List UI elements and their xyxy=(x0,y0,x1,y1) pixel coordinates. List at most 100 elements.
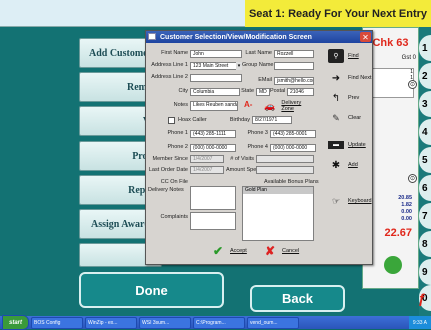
key-7[interactable]: 7 xyxy=(419,203,431,229)
notes-field[interactable]: Likes Reuben sandwiches xyxy=(190,101,238,111)
find-next-label: Find Next xyxy=(348,75,372,81)
last-order-label: Last Order Date xyxy=(148,167,188,173)
phone2-label: Phone 2 xyxy=(167,144,189,150)
group-name-label: Group Name xyxy=(242,62,274,68)
update-icon: ▬ xyxy=(328,141,344,149)
check-icon: ✔ xyxy=(212,244,224,258)
address1-label: Address Line 1 xyxy=(151,62,188,68)
prev-button[interactable]: ↰ Prev xyxy=(328,89,372,107)
group-name-field[interactable] xyxy=(274,62,314,70)
last-name-label: Last Name xyxy=(245,50,272,56)
phone1-label: Phone 1 xyxy=(167,130,189,136)
state-field[interactable]: MD xyxy=(256,88,270,96)
complaints-field[interactable] xyxy=(190,212,236,230)
city-field[interactable]: Columbia xyxy=(190,88,240,96)
clear-button[interactable]: ✎ Clear xyxy=(328,109,372,127)
notes-label: Notes xyxy=(173,102,188,108)
scroll-down-icon[interactable]: ⊙ xyxy=(408,174,417,183)
address2-label: Address Line 2 xyxy=(151,74,188,80)
clear-label: Clear xyxy=(348,115,362,121)
amount-spent-label: Amount Spent xyxy=(226,167,261,173)
hoax-caller-checkbox[interactable] xyxy=(168,117,175,124)
system-tray: 9:33 A xyxy=(408,316,431,329)
address2-field[interactable] xyxy=(190,74,242,82)
first-name-field[interactable]: John xyxy=(190,50,242,58)
hoax-caller-label: Hoax Caller xyxy=(178,117,207,123)
accept-button[interactable]: ✔ Accept xyxy=(210,243,250,259)
key-4[interactable]: 4 xyxy=(419,119,431,145)
accept-label: Accept xyxy=(230,248,247,254)
x-icon: ✘ xyxy=(264,244,276,258)
done-button[interactable]: Done xyxy=(79,272,224,308)
key-8[interactable]: 8 xyxy=(419,231,431,257)
email-label: EMail xyxy=(258,77,272,83)
phone4-field[interactable]: (000) 000-0000 xyxy=(270,144,316,152)
hand-icon: ☞ xyxy=(331,195,341,206)
taskbar-item[interactable]: vend_oum... xyxy=(247,316,300,329)
visits-label: # of Visits xyxy=(230,156,254,162)
arrow-left-icon: ↰ xyxy=(331,92,341,104)
key-6[interactable]: 6 xyxy=(419,175,431,201)
find-next-button[interactable]: ➜ Find Next xyxy=(328,69,372,87)
number-keypad: 1 2 3 4 5 6 7 8 9 0 xyxy=(419,27,431,316)
taskbar-item[interactable]: C:\Program... xyxy=(193,316,246,329)
key-9[interactable]: 9 xyxy=(419,259,431,285)
binoculars-icon: ⚲ xyxy=(328,49,344,63)
delivery-notes-label: Delivery Notes xyxy=(148,187,184,193)
order-items[interactable]: 51 51 51 xyxy=(366,68,414,98)
address1-field[interactable]: 123 Main Street xyxy=(190,62,242,70)
phone2-field[interactable]: (000) 000-0000 xyxy=(190,144,236,152)
key-1[interactable]: 1 xyxy=(419,35,431,61)
add-button[interactable]: ✱ Add xyxy=(328,157,372,173)
email-field[interactable]: jsmith@hello.com xyxy=(274,77,314,85)
cc-on-file-label: CC On File xyxy=(160,179,188,185)
phone3-label: Phone 3 xyxy=(247,130,269,136)
visits-field xyxy=(256,155,314,163)
taskbar-item[interactable]: BOS Config xyxy=(31,316,84,329)
key-2[interactable]: 2 xyxy=(419,63,431,89)
find-label: Find xyxy=(348,53,359,59)
arrow-right-icon: ➜ xyxy=(331,72,341,84)
phone4-label: Phone 4 xyxy=(247,144,269,150)
back-button[interactable]: Back xyxy=(250,285,345,312)
find-button[interactable]: ⚲ Find xyxy=(328,47,372,65)
postal-field[interactable]: 21046 xyxy=(287,88,314,96)
start-button[interactable]: start xyxy=(2,315,30,330)
cancel-label: Cancel xyxy=(282,248,300,254)
clock: 9:33 A xyxy=(412,319,427,326)
scroll-up-icon[interactable]: ⊙ xyxy=(408,80,417,89)
window-icon xyxy=(148,33,156,40)
ok-button[interactable] xyxy=(374,248,404,278)
delivery-notes-field[interactable] xyxy=(190,186,236,210)
phone1-field[interactable]: (443) 285-1111 xyxy=(190,130,236,138)
key-3[interactable]: 3 xyxy=(419,91,431,117)
taskbar-item[interactable]: WinZip - ex... xyxy=(85,316,138,329)
key-5[interactable]: 5 xyxy=(419,147,431,173)
keyboard-label: Keyboard xyxy=(348,198,372,204)
broom-icon: ✎ xyxy=(332,112,340,123)
cancel-button[interactable]: ✘ Cancel xyxy=(262,243,302,259)
car-icon: 🚗 xyxy=(264,100,276,111)
notes-badge: A- xyxy=(244,100,253,109)
taskbar-item[interactable]: WSI 3sum... xyxy=(139,316,192,329)
update-button[interactable]: ▬ Update xyxy=(328,138,372,152)
bonus-plans-list[interactable]: Gold Plan xyxy=(242,186,314,241)
seat-status-bar: Seat 1: Ready For Your Next Entry xyxy=(245,0,431,27)
check-circle-icon xyxy=(384,256,402,274)
keyboard-button[interactable]: ☞ Keyboard xyxy=(328,193,372,209)
complaints-label: Complaints xyxy=(160,214,188,220)
bonus-plan-item[interactable]: Gold Plan xyxy=(243,187,313,194)
bonus-plans-label: Available Bonus Plans xyxy=(264,179,319,185)
taskbar: start BOS Config WinZip - ex... WSI 3sum… xyxy=(0,315,431,330)
add-label: Add xyxy=(348,162,358,168)
customer-dialog: Customer Selection/View/Modification Scr… xyxy=(145,30,373,265)
phone3-field[interactable]: (443) 285-0001 xyxy=(270,130,316,138)
close-icon[interactable]: ✕ xyxy=(360,32,371,42)
last-name-field[interactable]: Rozzell xyxy=(274,50,314,58)
birthday-label: Birthday xyxy=(229,117,250,123)
member-since-field: 1/4/2007 xyxy=(190,155,224,163)
birthday-field[interactable]: 8/27/1971 xyxy=(252,116,292,124)
clear-entry-icon[interactable]: ƒ xyxy=(418,290,431,308)
delivery-zone-button[interactable]: 🚗 Delivery Zone xyxy=(262,99,314,113)
person-add-icon: ✱ xyxy=(331,159,341,171)
